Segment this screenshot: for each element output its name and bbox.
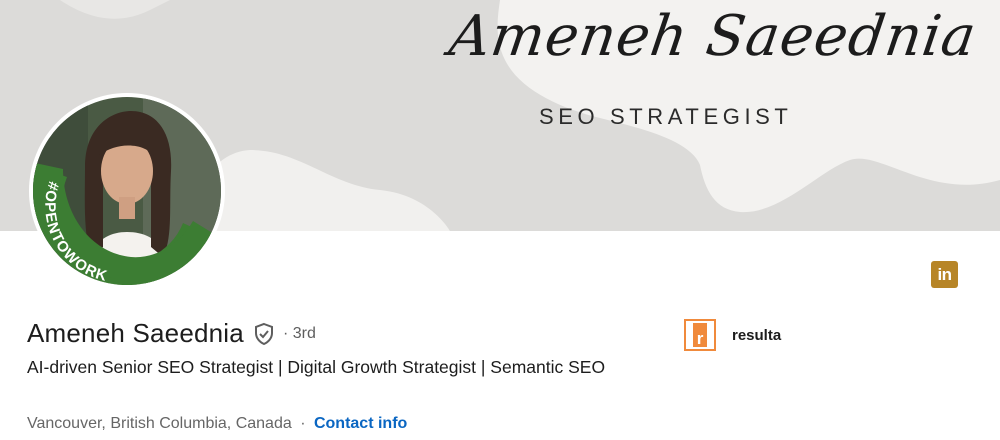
location-row: Vancouver, British Columbia, Canada · Co… <box>27 415 407 433</box>
company-logo: r <box>684 319 716 351</box>
contact-info-link[interactable]: Contact info <box>314 415 407 432</box>
company-name: resulta <box>732 326 782 344</box>
separator-dot: · <box>300 415 306 432</box>
name-row: Ameneh Saeednia · 3rd <box>27 318 316 349</box>
banner-name-script: Ameneh Saeednia <box>445 4 981 69</box>
profile-location: Vancouver, British Columbia, Canada <box>27 415 292 432</box>
current-company[interactable]: r resulta <box>684 319 781 351</box>
banner-title: SEO STRATEGIST <box>539 104 793 129</box>
linkedin-icon[interactable]: in <box>931 261 958 288</box>
company-logo-letter: r <box>693 323 707 347</box>
avatar-photo: #OPENTOWORK <box>33 97 221 285</box>
profile-headline: AI-driven Senior SEO Strategist | Digita… <box>27 357 606 377</box>
profile-name: Ameneh Saeednia <box>27 318 244 348</box>
connection-degree: · 3rd <box>282 324 316 342</box>
verified-shield-icon[interactable] <box>252 322 276 346</box>
profile-avatar[interactable]: #OPENTOWORK <box>29 93 225 289</box>
